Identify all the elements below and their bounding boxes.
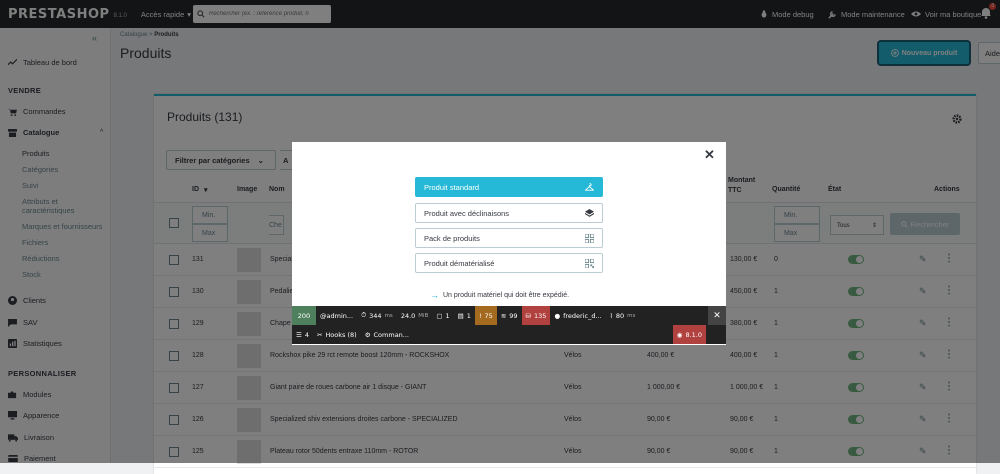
tools-icon: ✂ (316, 330, 323, 339)
form-icon: ▢ (436, 311, 443, 320)
option-variants-product[interactable]: Produit avec déclinaisons (415, 203, 603, 223)
warning-icon: ! (478, 311, 482, 320)
stopwatch-icon: ⏱ (361, 311, 367, 319)
timing-info[interactable]: ⏱ 344 ms (357, 306, 397, 325)
qr-icon (585, 259, 594, 268)
twig-icon: ⌇ (609, 311, 613, 320)
status-code-badge[interactable]: 200 (292, 306, 316, 325)
server-icon: ☰ (296, 330, 302, 339)
option-virtual-product[interactable]: Produit dématérialisé (415, 253, 603, 273)
symfony-debug-toolbar: 200 @admin... ⏱ 344 ms 24.0 MiB ▢ 1 ▤ 1 ! 75 … (292, 306, 726, 344)
user-icon: ● (554, 311, 561, 320)
events-info[interactable]: ☰ 4 (292, 325, 313, 344)
validator-info[interactable]: ▤ 1 (454, 306, 475, 325)
user-info[interactable]: ● frederic_d... (550, 306, 605, 325)
close-icon[interactable]: ✕ (704, 147, 715, 163)
memory-info[interactable]: 24.0 MiB (397, 306, 433, 325)
grid-icon (585, 234, 594, 243)
hooks-info[interactable]: ✂ Hooks (8) (313, 325, 361, 344)
layers-icon: ≋ (500, 311, 507, 320)
forms-info[interactable]: ▢ 1 (432, 306, 453, 325)
database-icon: ⛁ (525, 311, 532, 320)
route-info[interactable]: @admin... (316, 306, 357, 325)
cogs-icon: ⚙ (364, 330, 371, 339)
twig-info[interactable]: ⌇ 80 ms (606, 306, 640, 325)
symfony-version[interactable]: ◉ 8.1.0 (672, 325, 706, 344)
option-standard-product[interactable]: Produit standard (415, 177, 603, 197)
arrow-right-icon: → (430, 290, 439, 300)
layers-icon (585, 209, 594, 217)
cache-info[interactable]: ≋ 99 (497, 306, 522, 325)
hanger-icon (585, 183, 594, 191)
clipboard-icon: ▤ (457, 311, 464, 320)
option-pack-product[interactable]: Pack de produits (415, 228, 603, 248)
logs-info[interactable]: ! 75 (474, 306, 497, 325)
close-toolbar-icon[interactable]: ✕ (708, 306, 726, 325)
commands-info[interactable]: ⚙ Comman... (361, 325, 413, 344)
symfony-logo-icon: ◉ (676, 330, 683, 339)
product-type-description: → Un produit matériel qui doit être expé… (430, 290, 570, 300)
database-info[interactable]: ⛁ 135 (521, 306, 551, 325)
